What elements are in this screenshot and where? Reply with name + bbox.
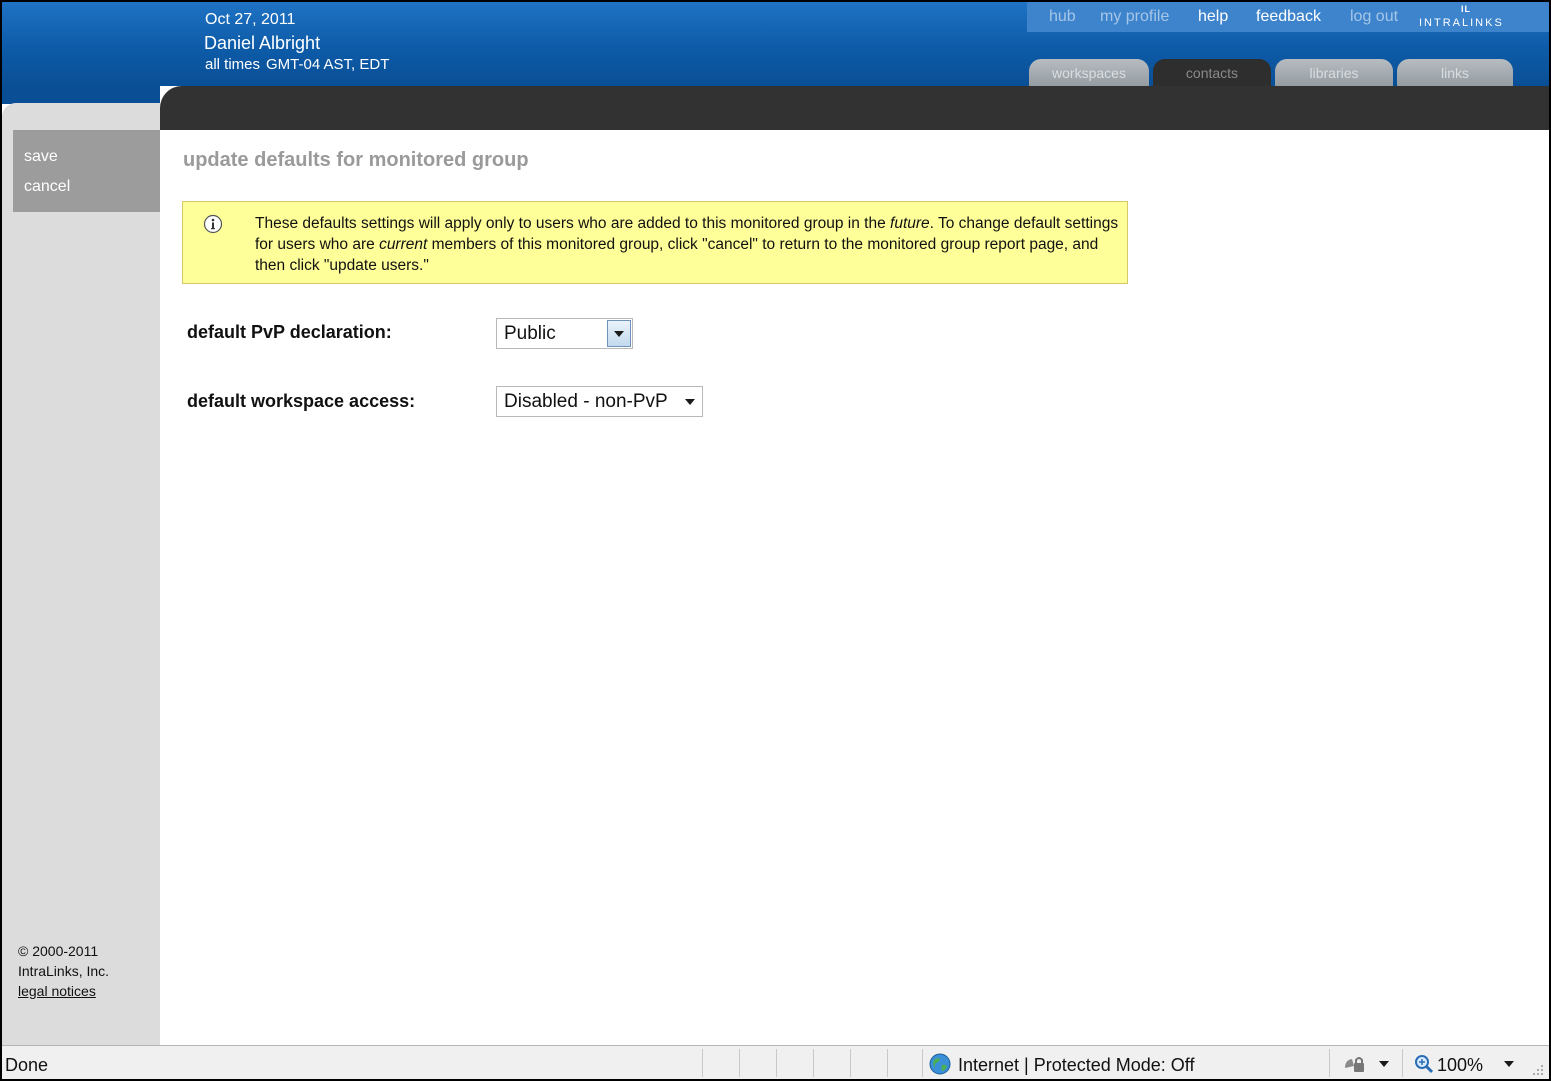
logo-text: INTRALINKS bbox=[1419, 17, 1504, 29]
zoom-icon[interactable] bbox=[1414, 1054, 1434, 1074]
notice-emphasis-current: current bbox=[379, 236, 428, 253]
status-separator bbox=[813, 1049, 814, 1077]
legal-notices-link[interactable]: legal notices bbox=[18, 981, 109, 1001]
chevron-down-icon bbox=[685, 399, 695, 405]
header-gap bbox=[2, 86, 160, 104]
workspace-access-label: default workspace access: bbox=[187, 391, 416, 411]
notice-part-1: These defaults settings will apply only … bbox=[255, 215, 891, 232]
tab-libraries[interactable]: libraries bbox=[1275, 59, 1393, 86]
nav-link-help[interactable]: help bbox=[1198, 8, 1228, 26]
status-separator bbox=[1402, 1049, 1403, 1077]
nav-link-log-out[interactable]: log out bbox=[1350, 8, 1398, 26]
browser-status-bar: Done Internet | Protected Mode: Off 100% bbox=[2, 1045, 1549, 1079]
header-user-name: Daniel Albright bbox=[204, 33, 321, 53]
globe-icon bbox=[929, 1053, 951, 1075]
top-nav: hub my profile help feedback log out IL … bbox=[1027, 2, 1549, 32]
sidebar-footer: © 2000-2011 IntraLinks, Inc. legal notic… bbox=[18, 941, 109, 1001]
notice-emphasis-future: future bbox=[890, 215, 930, 232]
dropdown-button[interactable] bbox=[607, 320, 631, 347]
security-zone-text: Internet | Protected Mode: Off bbox=[958, 1055, 1195, 1075]
chevron-down-icon[interactable] bbox=[1504, 1061, 1514, 1067]
tab-contacts[interactable]: contacts bbox=[1153, 59, 1271, 86]
chevron-down-icon[interactable] bbox=[1379, 1061, 1389, 1067]
status-separator bbox=[922, 1049, 923, 1077]
cancel-link[interactable]: cancel bbox=[24, 178, 70, 196]
nav-link-hub[interactable]: hub bbox=[1049, 8, 1076, 26]
status-separator bbox=[776, 1049, 777, 1077]
intralinks-logo: IL INTRALINKS bbox=[1419, 4, 1519, 30]
save-link[interactable]: save bbox=[24, 148, 58, 166]
page-title: update defaults for monitored group bbox=[183, 149, 529, 171]
status-separator bbox=[739, 1049, 740, 1077]
notice-text: These defaults settings will apply only … bbox=[255, 213, 1121, 276]
copyright-text: © 2000-2011 bbox=[18, 943, 99, 959]
sidebar: save cancel © 2000-2011 IntraLinks, Inc.… bbox=[2, 103, 160, 1046]
pvp-declaration-label: default PvP declaration: bbox=[187, 322, 392, 342]
pvp-declaration-select[interactable]: Public bbox=[496, 318, 633, 349]
resize-grip-icon[interactable] bbox=[1532, 1064, 1544, 1076]
header-date: Oct 27, 2011 bbox=[205, 11, 296, 28]
status-separator bbox=[887, 1049, 888, 1077]
status-separator bbox=[1329, 1049, 1330, 1077]
status-text: Done bbox=[5, 1055, 49, 1075]
tab-links[interactable]: links bbox=[1397, 59, 1513, 86]
zoom-level[interactable]: 100% bbox=[1437, 1055, 1483, 1076]
header-timezone: all times GMT-04 AST, EDT bbox=[205, 56, 395, 73]
timezone-prefix: all times bbox=[205, 56, 261, 73]
info-icon bbox=[203, 214, 223, 234]
timezone-value: GMT-04 AST, EDT bbox=[266, 56, 390, 73]
company-name: IntraLinks, Inc. bbox=[18, 963, 110, 979]
pvp-declaration-value: Public bbox=[504, 323, 556, 344]
browser-window: Oct 27, 2011 Daniel Albright all times GM… bbox=[2, 2, 1549, 1079]
tab-workspaces[interactable]: workspaces bbox=[1029, 59, 1149, 86]
sidebar-actions: save cancel bbox=[13, 130, 160, 212]
info-notice: These defaults settings will apply only … bbox=[182, 201, 1128, 284]
protected-mode-icon[interactable] bbox=[1342, 1054, 1368, 1074]
workspace-access-value: Disabled - non-PvP bbox=[504, 391, 668, 412]
status-separator bbox=[850, 1049, 851, 1077]
nav-link-my-profile[interactable]: my profile bbox=[1100, 8, 1169, 26]
nav-link-feedback[interactable]: feedback bbox=[1256, 8, 1321, 26]
tab-content-bar bbox=[160, 86, 1549, 130]
workspace-access-select[interactable]: Disabled - non-PvP bbox=[496, 386, 703, 417]
logo-mark: IL bbox=[1461, 4, 1471, 14]
app-header: Oct 27, 2011 Daniel Albright all times GM… bbox=[2, 2, 1549, 86]
chevron-down-icon bbox=[614, 331, 624, 337]
status-separator bbox=[702, 1049, 703, 1077]
